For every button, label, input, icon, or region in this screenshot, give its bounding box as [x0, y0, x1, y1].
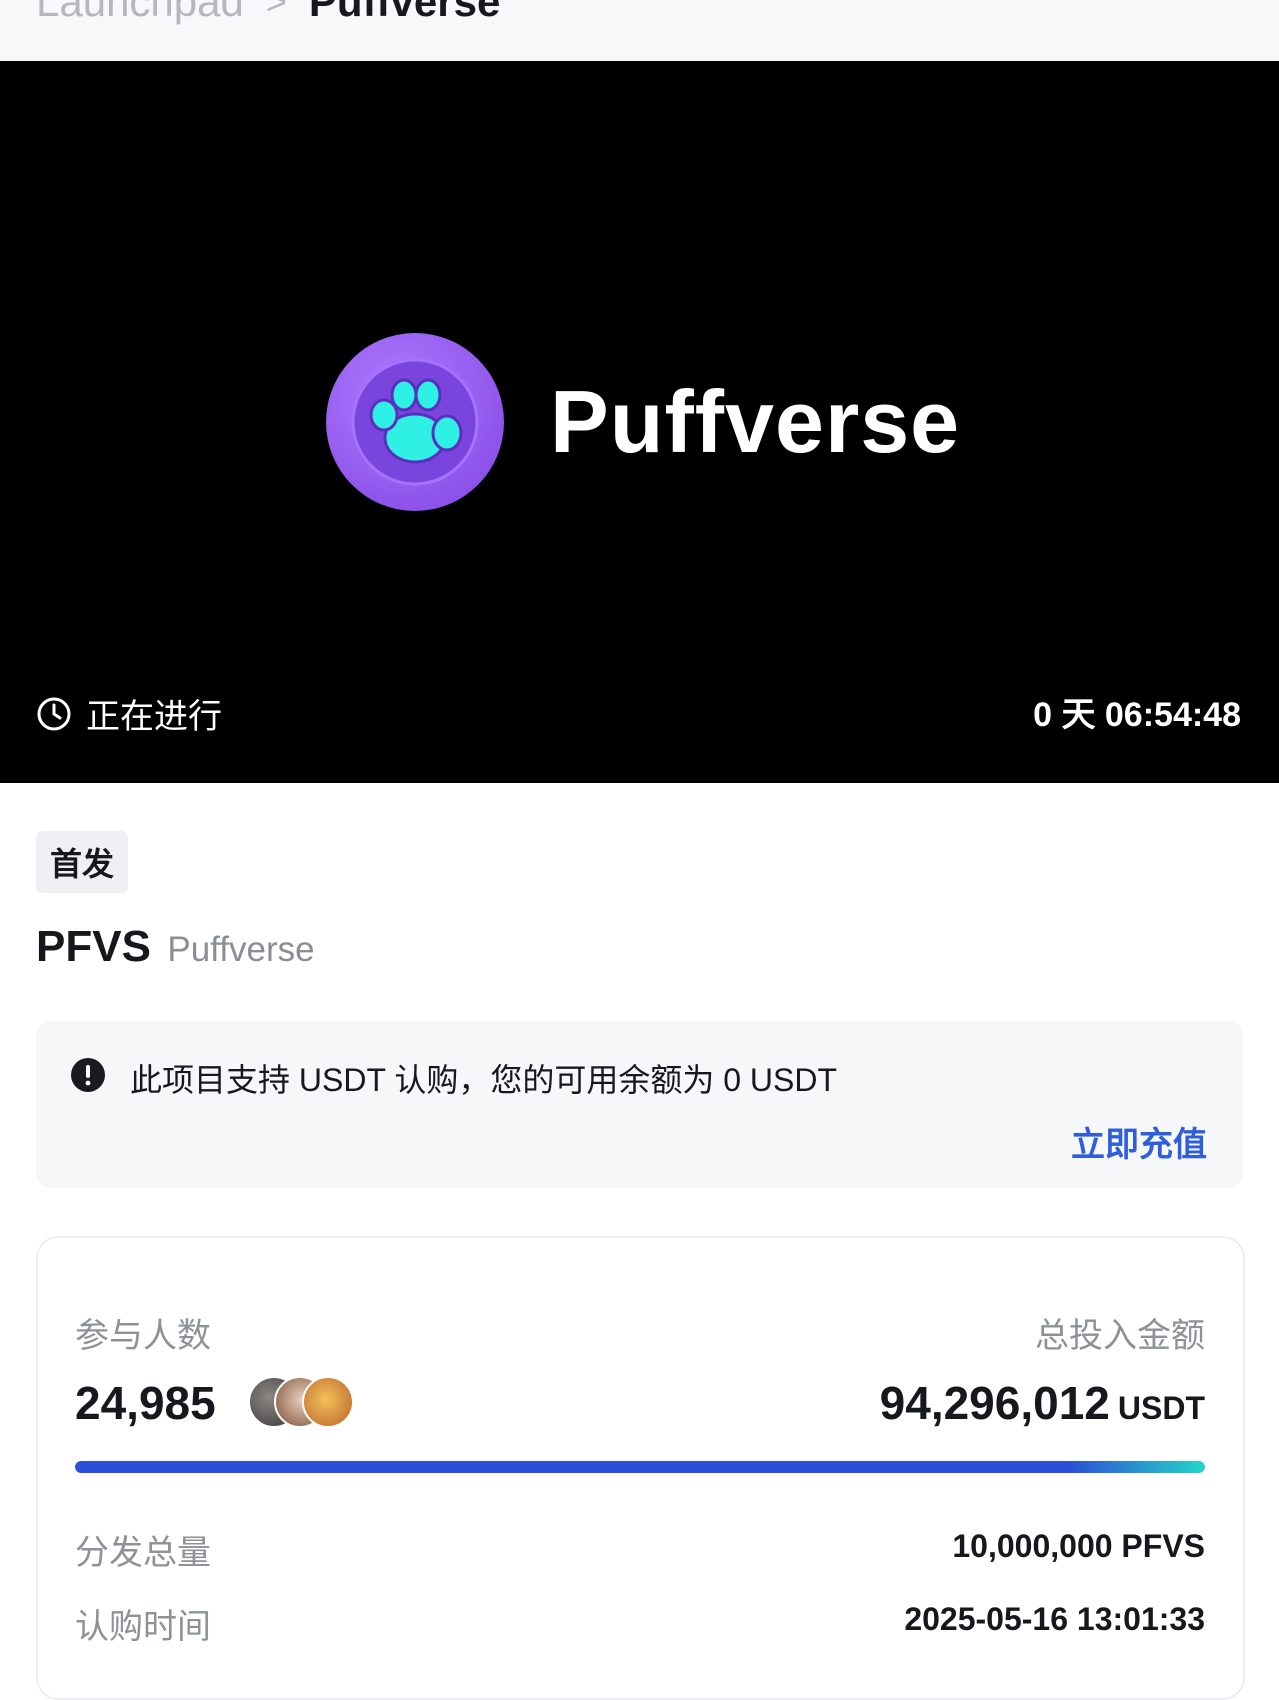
breadcrumb-separator-icon: >	[265, 0, 287, 22]
token-symbol: PFVS	[36, 922, 151, 971]
token-name: Puffverse	[167, 930, 315, 969]
distribution-total-value: 10,000,000 PFVS	[952, 1528, 1205, 1564]
total-amount-label: 总投入金额	[1035, 1317, 1205, 1355]
stats-card: 参与人数 总投入金额 24,985 94,296,012 USDT 分发总量 10…	[36, 1236, 1245, 1700]
puffverse-paw-logo-icon	[326, 333, 504, 511]
project-logo: Puffverse	[326, 333, 960, 511]
notice-message: 此项目支持 USDT 认购，您的可用余额为 0 USDT	[130, 1062, 838, 1098]
status-label: 正在进行	[86, 698, 222, 736]
total-amount: 94,296,012 USDT	[880, 1376, 1205, 1430]
avatar	[302, 1376, 354, 1428]
participants-count: 24,985	[75, 1377, 216, 1429]
token-title: PFVS Puffverse	[36, 922, 315, 972]
status-indicator: 正在进行	[36, 689, 222, 738]
progress-bar-fill	[75, 1461, 1205, 1473]
total-amount-unit: USDT	[1117, 1390, 1205, 1426]
subscribe-time-value: 2025-05-16 13:01:33	[904, 1601, 1205, 1637]
project-tag: 首发	[36, 831, 129, 893]
project-banner: Puffverse 正在进行 0 天 06:54:48	[0, 61, 1279, 783]
deposit-now-button[interactable]: 立即充值	[1071, 1117, 1207, 1166]
progress-bar	[75, 1461, 1205, 1473]
countdown-timer: 0 天 06:54:48	[1033, 696, 1241, 734]
total-amount-value: 94,296,012	[879, 1377, 1110, 1429]
balance-notice: 此项目支持 USDT 认购，您的可用余额为 0 USDT 立即充值	[36, 1021, 1243, 1188]
breadcrumb-current: Puffverse	[308, 0, 501, 25]
participants-label: 参与人数	[75, 1317, 211, 1355]
banner-logo-text: Puffverse	[550, 372, 961, 471]
participant-avatars	[248, 1376, 358, 1428]
clock-icon	[37, 697, 71, 730]
top-bar: Launchpad > Puffverse	[0, 0, 1279, 62]
alert-icon	[71, 1058, 105, 1092]
subscribe-time-label: 认购时间	[75, 1608, 211, 1646]
breadcrumb: Launchpad > Puffverse	[36, 0, 500, 26]
distribution-total-label: 分发总量	[75, 1534, 211, 1572]
breadcrumb-launchpad-link[interactable]: Launchpad	[36, 0, 244, 26]
